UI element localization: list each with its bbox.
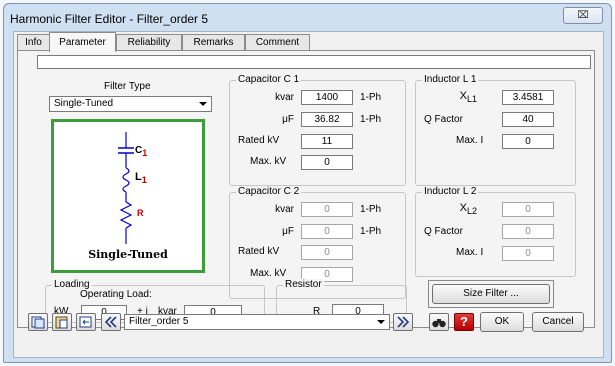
copy-icon	[31, 316, 45, 329]
help-button[interactable]: ?	[454, 313, 474, 331]
find-button[interactable]	[429, 313, 449, 331]
c2-kvar-input[interactable]: 0	[301, 202, 353, 217]
size-filter-button-frame: Size Filter ...	[428, 280, 554, 308]
l1-xl-label: XL1	[459, 90, 477, 105]
close-icon: ⌧	[577, 10, 589, 21]
c2-rated-kv-input[interactable]: 0	[301, 245, 353, 260]
double-chevron-left-icon	[104, 316, 117, 328]
next-button[interactable]	[393, 313, 413, 331]
capacitor-c2-title: Capacitor C 2	[236, 186, 302, 197]
inductor-l2-title: Inductor L 2	[422, 186, 479, 197]
capacitor-symbol-label: C1	[135, 145, 148, 158]
l1-q-factor-input[interactable]: 40	[502, 112, 554, 127]
ok-button[interactable]: OK	[480, 312, 524, 332]
l1-max-i-input[interactable]: 0	[502, 134, 554, 149]
inductor-l1-title: Inductor L 1	[422, 74, 479, 85]
title-bar: Harmonic Filter Editor - Filter_order 5 …	[4, 4, 611, 30]
l1-q-factor-label: Q Factor	[424, 114, 463, 125]
double-chevron-right-icon	[397, 316, 410, 328]
previous-button[interactable]	[101, 313, 121, 331]
tab-parameter[interactable]: Parameter	[49, 32, 116, 52]
c1-max-kv-input[interactable]: 0	[301, 155, 353, 170]
l2-q-factor-label: Q Factor	[424, 226, 463, 237]
filter-type-label: Filter Type	[104, 81, 151, 92]
c2-uf-input[interactable]: 0	[301, 224, 353, 239]
name-field[interactable]	[37, 55, 591, 69]
tab-info[interactable]: Info	[17, 34, 50, 51]
c2-kvar-unit: 1-Ph	[360, 204, 382, 215]
operating-load-label: Operating Load:	[80, 289, 152, 300]
c1-kvar-unit: 1-Ph	[360, 92, 382, 103]
resistor-title: Resistor	[283, 279, 324, 290]
inductor-symbol-label: L1	[135, 171, 147, 186]
c2-kvar-label: kvar	[275, 204, 294, 215]
cancel-button[interactable]: Cancel	[532, 312, 584, 332]
c1-max-kv-label: Max. kV	[250, 156, 287, 167]
capacitor-c1-title: Capacitor C 1	[236, 74, 302, 85]
capacitor-c1-group: Capacitor C 1 kvar 1400 1-Ph μF 36.82 1-…	[229, 74, 406, 186]
filter-circuit-diagram: C1 L1 R Single-Tuned	[51, 119, 205, 273]
l2-q-factor-input[interactable]: 0	[502, 224, 554, 239]
l1-xl-input[interactable]: 3.4581	[502, 90, 554, 105]
filter-selector-value: Filter_order 5	[129, 316, 189, 327]
close-button[interactable]: ⌧	[563, 7, 603, 24]
copy-button[interactable]	[28, 313, 48, 331]
c1-uf-input[interactable]: 36.82	[301, 112, 353, 127]
l2-max-i-label: Max. I	[456, 247, 484, 258]
l1-max-i-label: Max. I	[456, 135, 484, 146]
paste-icon	[55, 316, 68, 329]
undo-button[interactable]	[76, 313, 96, 331]
c2-uf-unit: 1-Ph	[360, 226, 382, 237]
chevron-down-icon	[199, 102, 207, 106]
inductor-l1-group: Inductor L 1 XL1 3.4581 Q Factor 40 Max.…	[415, 74, 576, 186]
filter-type-select[interactable]: Single-Tuned	[49, 96, 212, 112]
tab-remarks[interactable]: Remarks	[182, 34, 245, 51]
size-filter-button[interactable]: Size Filter ...	[432, 284, 550, 304]
diagram-caption: Single-Tuned	[88, 248, 168, 261]
c2-rated-kv-label: Rated kV	[238, 246, 280, 257]
c1-kvar-input[interactable]: 1400	[301, 90, 353, 105]
tab-reliability[interactable]: Reliability	[116, 34, 182, 51]
window-title: Harmonic Filter Editor - Filter_order 5	[10, 12, 209, 26]
binoculars-icon	[432, 319, 446, 328]
filter-selector[interactable]: Filter_order 5	[124, 314, 390, 330]
c1-kvar-label: kvar	[275, 92, 294, 103]
tab-comment[interactable]: Comment	[245, 34, 310, 51]
l2-xl-input[interactable]: 0	[502, 202, 554, 217]
paste-button[interactable]	[52, 313, 72, 331]
c1-rated-kv-input[interactable]: 11	[301, 134, 353, 149]
help-icon: ?	[460, 314, 468, 329]
c2-uf-label: μF	[282, 226, 294, 237]
c1-uf-label: μF	[282, 114, 294, 125]
l2-max-i-input[interactable]: 0	[502, 246, 554, 261]
c1-rated-kv-label: Rated kV	[238, 135, 280, 146]
l2-xl-label: XL2	[459, 202, 477, 217]
chevron-down-icon	[377, 320, 385, 324]
c2-max-kv-label: Max. kV	[250, 268, 287, 279]
filter-type-value: Single-Tuned	[54, 98, 114, 109]
c1-uf-unit: 1-Ph	[360, 114, 382, 125]
undo-icon	[79, 316, 92, 328]
inductor-l2-group: Inductor L 2 XL2 0 Q Factor 0 Max. I 0	[415, 186, 576, 277]
resistor-symbol-label: R	[137, 208, 144, 218]
